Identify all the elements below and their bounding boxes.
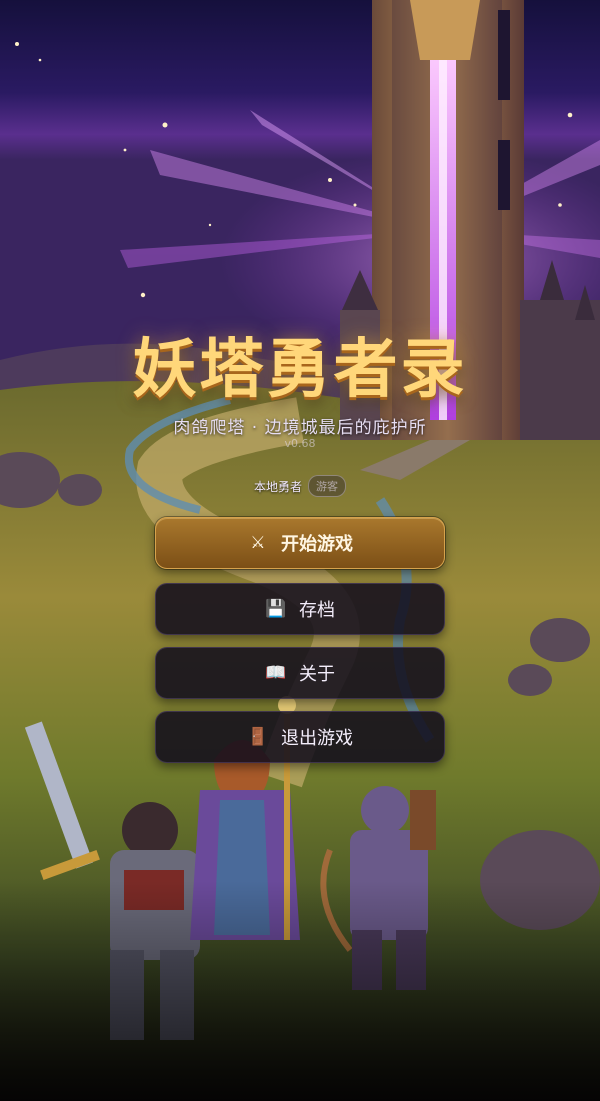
player-tag-badge[interactable]: 游客: [308, 475, 346, 497]
game-title: 妖塔勇者录: [132, 333, 468, 407]
save-label: 存档: [299, 600, 335, 621]
player-info: 本地勇者 游客: [0, 475, 600, 497]
about-label: 关于: [299, 664, 335, 685]
exit-game-label: 退出游戏: [281, 728, 353, 749]
version-label: v0.68: [284, 437, 316, 450]
door-icon: 🚪: [247, 727, 269, 747]
game-subtitle: 肉鸽爬塔 · 边境城最后的庇护所: [173, 418, 427, 438]
floppy-disk-icon: 💾: [265, 599, 287, 619]
exit-game-button[interactable]: 🚪 退出游戏: [155, 711, 445, 763]
start-game-button[interactable]: ⚔ 开始游戏: [155, 517, 445, 569]
title-screen: 妖塔勇者录 肉鸽爬塔 · 边境城最后的庇护所 v0.68 本地勇者 游客 ⚔ 开…: [0, 0, 600, 1101]
save-button[interactable]: 💾 存档: [155, 583, 445, 635]
crossed-swords-icon: ⚔: [250, 533, 266, 553]
player-name: 本地勇者: [253, 479, 302, 494]
open-book-icon: 📖: [265, 663, 287, 683]
start-game-label: 开始游戏: [281, 534, 353, 555]
about-button[interactable]: 📖 关于: [155, 647, 445, 699]
